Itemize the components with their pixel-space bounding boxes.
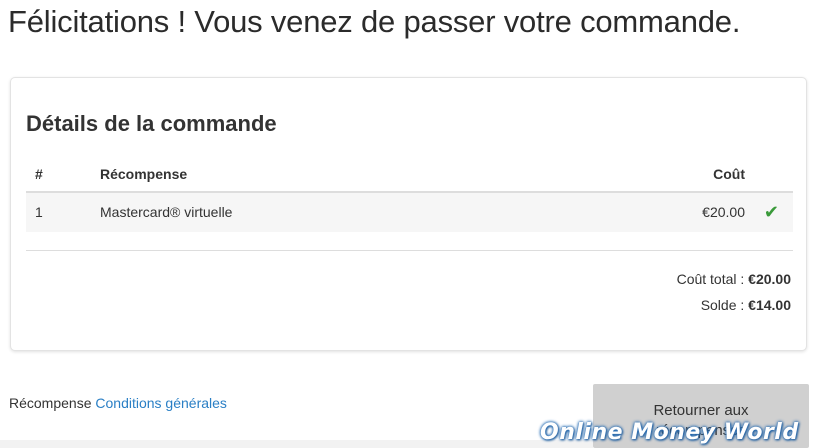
divider <box>26 250 793 251</box>
watermark: Online Money World <box>540 420 799 445</box>
terms-link[interactable]: Conditions générales <box>95 395 227 411</box>
page-title: Félicitations ! Vous venez de passer vot… <box>8 4 741 39</box>
column-header-cost: Coût <box>713 166 745 182</box>
bottom-strip <box>0 440 593 448</box>
total-cost-label: Coût total : <box>676 271 745 287</box>
order-details-card: Détails de la commande # Récompense Coût… <box>10 77 807 351</box>
table-row: 1 Mastercard® virtuelle €20.00 ✔ <box>26 193 793 232</box>
balance-line: Solde : €14.00 <box>677 292 791 318</box>
order-table: # Récompense Coût 1 Mastercard® virtuell… <box>26 157 793 232</box>
balance-value: €14.00 <box>748 297 791 313</box>
column-header-number: # <box>35 166 43 182</box>
order-details-title: Détails de la commande <box>26 111 277 136</box>
terms-prefix: Récompense <box>9 395 92 411</box>
balance-label: Solde : <box>700 297 745 313</box>
table-header: # Récompense Coût <box>26 157 793 193</box>
column-header-reward: Récompense <box>100 166 188 182</box>
row-number: 1 <box>35 204 43 220</box>
checkmark-icon: ✔ <box>763 202 779 222</box>
order-totals: Coût total : €20.00 Solde : €14.00 <box>677 266 791 318</box>
total-cost-line: Coût total : €20.00 <box>677 266 791 292</box>
row-reward: Mastercard® virtuelle <box>100 204 233 220</box>
terms-line: Récompense Conditions générales <box>9 395 227 411</box>
total-cost-value: €20.00 <box>748 271 791 287</box>
row-cost: €20.00 <box>702 204 745 220</box>
